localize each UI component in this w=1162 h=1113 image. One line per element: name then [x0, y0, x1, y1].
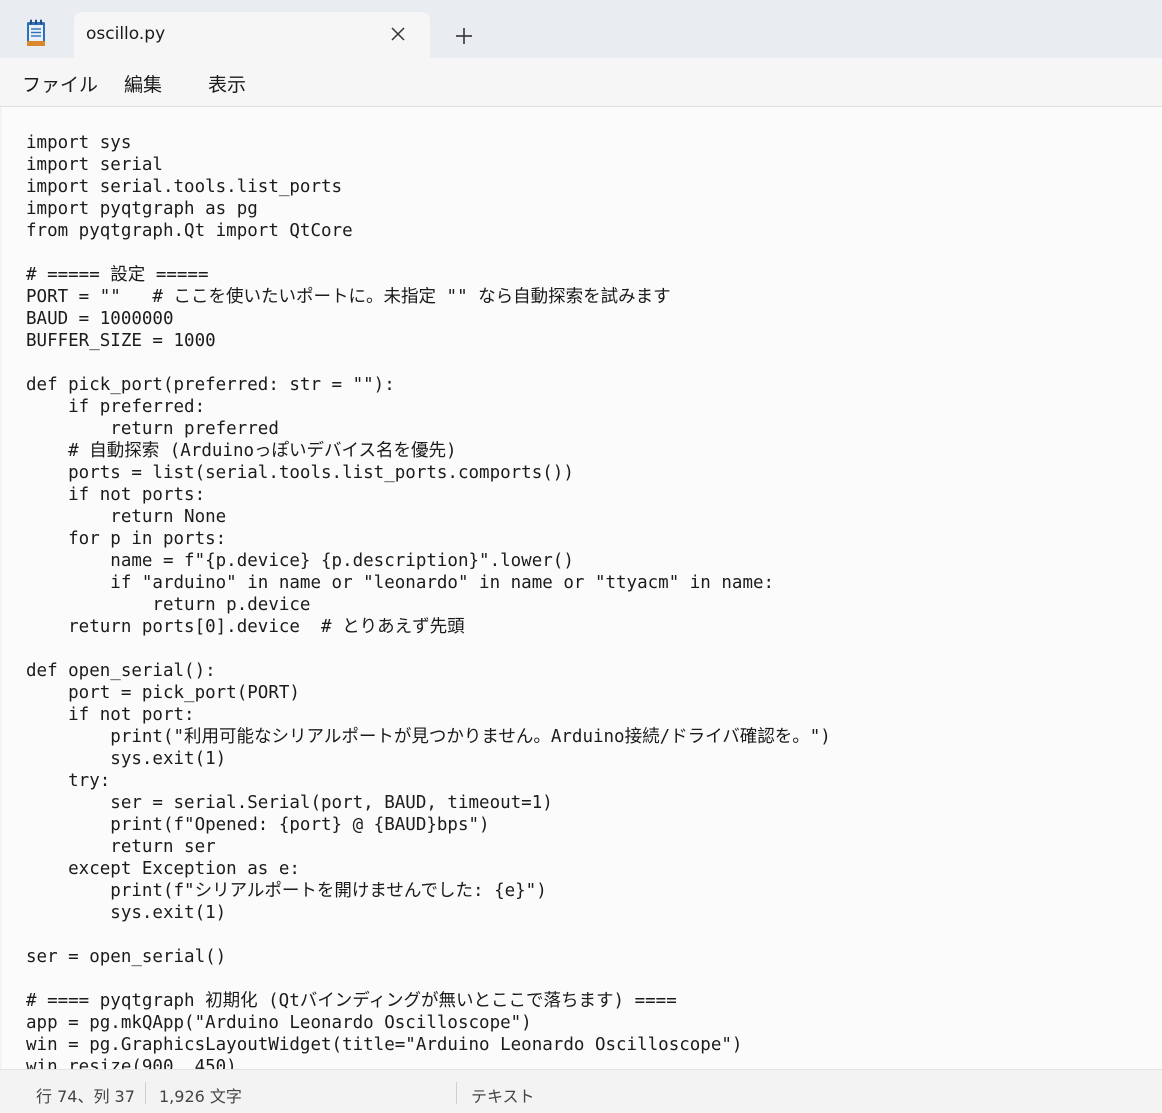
menu-edit[interactable]: 編集: [124, 70, 162, 97]
code-line: print(f"Opened: {port} @ {BAUD}bps"): [26, 815, 490, 835]
code-content: import sys import serial import serial.too…: [26, 132, 831, 1069]
code-line: print(f"シリアルポートを開けませんでした: {e}"): [26, 881, 547, 901]
code-line: if "arduino" in name or "leonardo" in na…: [26, 573, 775, 593]
close-icon[interactable]: [388, 24, 408, 44]
code-line: app = pg.mkQApp("Arduino Leonardo Oscill…: [26, 1013, 532, 1033]
code-line: import sys: [26, 133, 132, 153]
menu-bar: ファイル 編集 表示: [0, 58, 1162, 107]
code-line: import serial: [26, 155, 163, 175]
code-line: ser = open_serial(): [26, 947, 227, 967]
code-line: def pick_port(preferred: str = ""):: [26, 375, 395, 395]
notepad-window: oscillo.py ファイル 編集 表示 import sys import s…: [0, 0, 1162, 1113]
code-line: return ser: [26, 837, 216, 857]
code-line: except Exception as e:: [26, 859, 300, 879]
tab-title: oscillo.py: [86, 24, 166, 44]
code-line: return ports[0].device # とりあえず先頭: [26, 617, 465, 637]
code-line: win = pg.GraphicsLayoutWidget(title="Ard…: [26, 1035, 743, 1055]
code-line: if preferred:: [26, 397, 206, 417]
cursor-position: 行 74、列 37: [36, 1087, 135, 1106]
code-line: port = pick_port(PORT): [26, 683, 300, 703]
title-bar: oscillo.py: [0, 0, 1162, 58]
code-line: from pyqtgraph.Qt import QtCore: [26, 221, 353, 241]
code-line: BUFFER_SIZE = 1000: [26, 331, 216, 351]
status-divider: [456, 1082, 457, 1104]
code-line: win.resize(900, 450): [26, 1057, 237, 1069]
code-line: # ==== pyqtgraph 初期化 (Qtバインディングが無いとここで落ち…: [26, 991, 677, 1011]
encoding-mode: テキスト: [471, 1087, 535, 1106]
menu-file[interactable]: ファイル: [22, 70, 98, 97]
code-line: PORT = "" # ここを使いたいポートに。未指定 "" なら自動探索を試み…: [26, 287, 671, 307]
code-line: ser = serial.Serial(port, BAUD, timeout=…: [26, 793, 553, 813]
code-line: if not port:: [26, 705, 195, 725]
tab-oscillo-py[interactable]: oscillo.py: [74, 12, 430, 58]
code-line: try:: [26, 771, 111, 791]
notepad-icon: [26, 19, 46, 47]
code-line: import pyqtgraph as pg: [26, 199, 258, 219]
status-bar: 行 74、列 37 1,926 文字 テキスト: [0, 1069, 1162, 1113]
code-line: return p.device: [26, 595, 311, 615]
code-line: # 自動探索 (Arduinoっぽいデバイス名を優先): [26, 441, 457, 461]
code-line: sys.exit(1): [26, 749, 227, 769]
code-line: if not ports:: [26, 485, 206, 505]
code-line: sys.exit(1): [26, 903, 227, 923]
code-line: print("利用可能なシリアルポートが見つかりません。Arduino接続/ドラ…: [26, 727, 831, 747]
character-count: 1,926 文字: [159, 1087, 242, 1106]
menu-view[interactable]: 表示: [208, 70, 246, 97]
code-line: for p in ports:: [26, 529, 227, 549]
code-line: BAUD = 1000000: [26, 309, 174, 329]
code-line: def open_serial():: [26, 661, 216, 681]
text-editor[interactable]: import sys import serial import serial.too…: [2, 107, 1162, 1069]
code-line: import serial.tools.list_ports: [26, 177, 343, 197]
code-line: # ===== 設定 =====: [26, 265, 209, 285]
code-line: return preferred: [26, 419, 279, 439]
code-line: ports = list(serial.tools.list_ports.com…: [26, 463, 574, 483]
plus-icon[interactable]: [452, 24, 476, 48]
code-line: return None: [26, 507, 227, 527]
status-divider: [145, 1082, 146, 1104]
code-line: name = f"{p.device} {p.description}".low…: [26, 551, 574, 571]
